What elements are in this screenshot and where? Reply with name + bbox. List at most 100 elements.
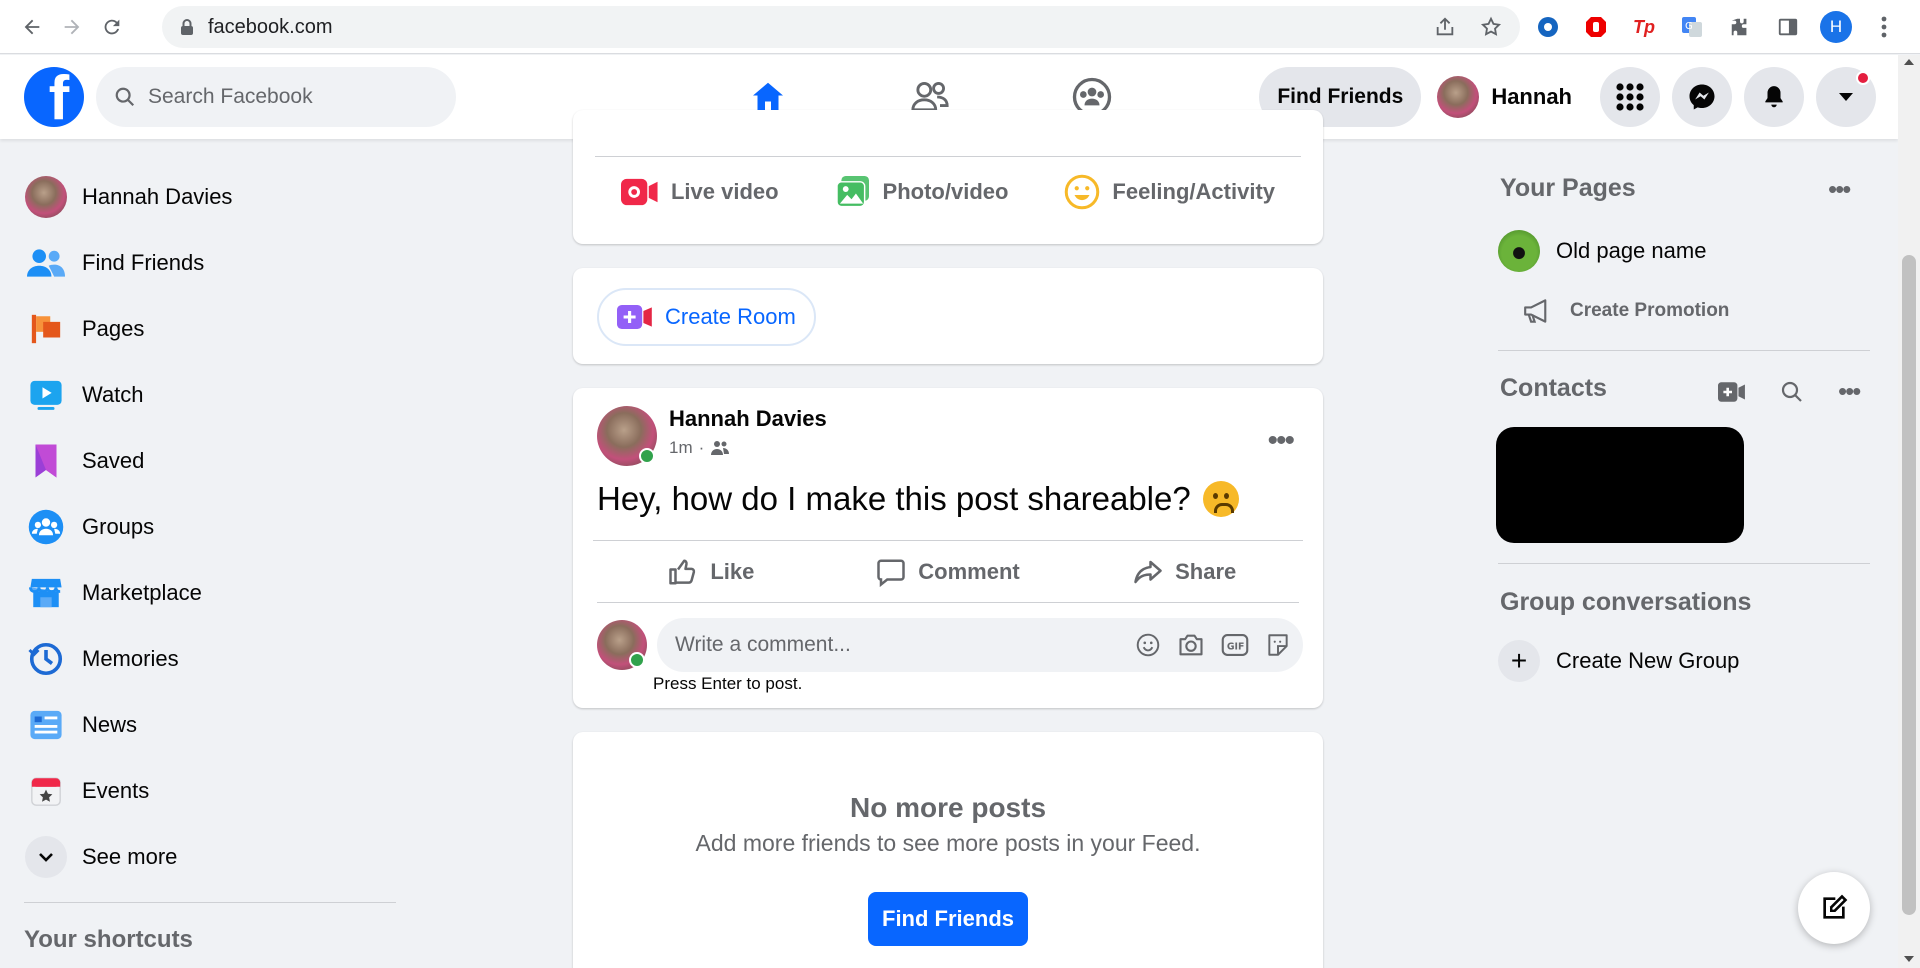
star-icon[interactable] — [1480, 16, 1502, 38]
flag-icon — [24, 307, 68, 351]
camera-icon[interactable] — [1177, 632, 1205, 658]
gif-icon[interactable]: GIF — [1221, 633, 1249, 657]
live-video-button[interactable]: Live video — [620, 174, 779, 210]
messenger-button[interactable] — [1672, 67, 1732, 127]
chevron-down-icon — [25, 836, 67, 878]
redacted-contact — [1496, 427, 1744, 543]
online-indicator — [629, 652, 645, 668]
photo-video-button[interactable]: Photo/video — [835, 174, 1008, 210]
watch-icon — [24, 373, 68, 417]
thumbs-up-icon — [669, 559, 696, 585]
post-author-name[interactable]: Hannah Davies — [669, 406, 827, 432]
page-scrollbar[interactable] — [1898, 55, 1920, 968]
post-text-row: Hey, how do I make this post shareable? — [597, 480, 1239, 518]
smile-icon — [1065, 174, 1100, 210]
comment-icon — [877, 559, 906, 587]
feeling-activity-button[interactable]: Feeling/Activity — [1064, 174, 1275, 210]
sidebar-item-marketplace[interactable]: Marketplace — [12, 560, 402, 626]
back-icon[interactable] — [12, 7, 52, 47]
scroll-up-arrow-icon[interactable] — [1904, 59, 1914, 65]
contacts-more-options-icon[interactable]: ••• — [1838, 376, 1861, 407]
sidebar-item-watch[interactable]: Watch — [12, 362, 402, 428]
sidebar-item-find-friends[interactable]: Find Friends — [12, 230, 402, 296]
search-input[interactable]: Search Facebook — [96, 67, 456, 127]
share-icon — [1134, 560, 1162, 584]
page-item-old-page[interactable]: Old page name — [1498, 230, 1706, 272]
side-panel-icon[interactable] — [1772, 11, 1804, 43]
groups-icon — [24, 505, 68, 549]
account-button[interactable] — [1816, 67, 1876, 127]
sidebar-item-memories[interactable]: Memories — [12, 626, 402, 692]
sidebar-item-events[interactable]: Events — [12, 758, 402, 824]
no-more-posts-subtitle: Add more friends to see more posts in yo… — [695, 830, 1201, 856]
live-video-label: Live video — [670, 179, 779, 204]
sidebar-item-groups[interactable]: Groups — [12, 494, 402, 560]
commenter-avatar[interactable] — [597, 620, 647, 670]
new-message-button[interactable] — [1798, 872, 1870, 944]
comment-button[interactable]: Comment — [830, 542, 1067, 602]
svg-text:GIF: GIF — [1227, 642, 1245, 653]
create-new-group-button[interactable]: + Create New Group — [1498, 640, 1739, 682]
create-promotion-button[interactable]: Create Promotion — [1522, 298, 1729, 324]
forward-icon[interactable] — [52, 7, 92, 47]
address-bar[interactable]: facebook.com — [162, 6, 1520, 48]
google-translate-icon[interactable]: G — [1676, 11, 1708, 43]
facebook-logo[interactable]: f — [24, 67, 84, 127]
post-author-avatar[interactable] — [597, 406, 657, 466]
group-conversations-heading: Group conversations — [1500, 588, 1752, 616]
post-composer: Live video Photo/video Feeling/Activity — [573, 110, 1323, 244]
post-text: Hey, how do I make this post shareable? — [597, 480, 1191, 517]
sidebar-item-label: Memories — [82, 646, 179, 671]
like-label: Like — [710, 559, 755, 584]
sidebar-divider — [24, 902, 396, 903]
lock-icon — [181, 19, 193, 35]
pages-more-options-icon[interactable]: ••• — [1828, 174, 1851, 205]
friends-audience-icon[interactable] — [710, 440, 730, 456]
online-indicator — [639, 448, 655, 464]
extensions-puzzle-icon[interactable] — [1724, 11, 1756, 43]
share-page-icon[interactable] — [1434, 16, 1456, 38]
browser-menu-icon[interactable] — [1868, 11, 1900, 43]
post-more-options-icon[interactable]: ••• — [1267, 424, 1294, 458]
create-new-group-label: Create New Group — [1556, 648, 1740, 673]
extension-blue-icon[interactable] — [1532, 11, 1564, 43]
grid-menu-icon — [1616, 83, 1644, 111]
like-button[interactable]: Like — [593, 542, 830, 602]
extension-tp-icon[interactable]: Tp — [1628, 11, 1660, 43]
sidebar-item-label: Hannah Davies — [82, 184, 233, 209]
create-promotion-label: Create Promotion — [1570, 300, 1730, 321]
sidebar-item-label: Watch — [82, 382, 144, 407]
scroll-thumb[interactable] — [1902, 255, 1916, 915]
sidebar-item-profile[interactable]: Hannah Davies — [12, 164, 402, 230]
post-card: Hannah Davies 1m · ••• Hey, how do I mak… — [573, 388, 1323, 708]
divider — [595, 156, 1301, 157]
menu-button[interactable] — [1600, 67, 1660, 127]
new-room-icon[interactable] — [1718, 381, 1746, 403]
shortcuts-heading: Your shortcuts — [24, 926, 193, 953]
notifications-button[interactable] — [1744, 67, 1804, 127]
sticker-icon[interactable] — [1265, 632, 1291, 658]
room-card: Create Room — [573, 268, 1323, 364]
share-label: Share — [1175, 559, 1237, 584]
find-friends-cta-button[interactable]: Find Friends — [868, 892, 1028, 946]
calendar-icon — [24, 769, 68, 813]
sidebar-see-more[interactable]: See more — [12, 824, 402, 890]
share-button[interactable]: Share — [1066, 542, 1303, 602]
extension-red-hand-icon[interactable] — [1580, 11, 1612, 43]
sidebar-item-saved[interactable]: Saved — [12, 428, 402, 494]
emoji-icon[interactable] — [1135, 632, 1161, 658]
sidebar-item-pages[interactable]: Pages — [12, 296, 402, 362]
profile-button[interactable]: Hannah — [1421, 67, 1592, 127]
comment-input[interactable]: Write a comment... GIF — [657, 618, 1303, 672]
search-icon[interactable] — [1780, 380, 1804, 404]
sidebar-item-label: Pages — [82, 316, 145, 341]
reload-icon[interactable] — [92, 7, 132, 47]
frowning-emoji-icon — [1202, 481, 1239, 517]
post-timestamp[interactable]: 1m — [669, 438, 693, 458]
create-room-button[interactable]: Create Room — [597, 288, 816, 346]
profile-avatar[interactable]: H — [1820, 11, 1852, 43]
sidebar-item-news[interactable]: News — [12, 692, 402, 758]
friends-icon — [24, 241, 68, 285]
scroll-down-arrow-icon[interactable] — [1904, 956, 1914, 962]
page-avatar — [1498, 230, 1540, 272]
